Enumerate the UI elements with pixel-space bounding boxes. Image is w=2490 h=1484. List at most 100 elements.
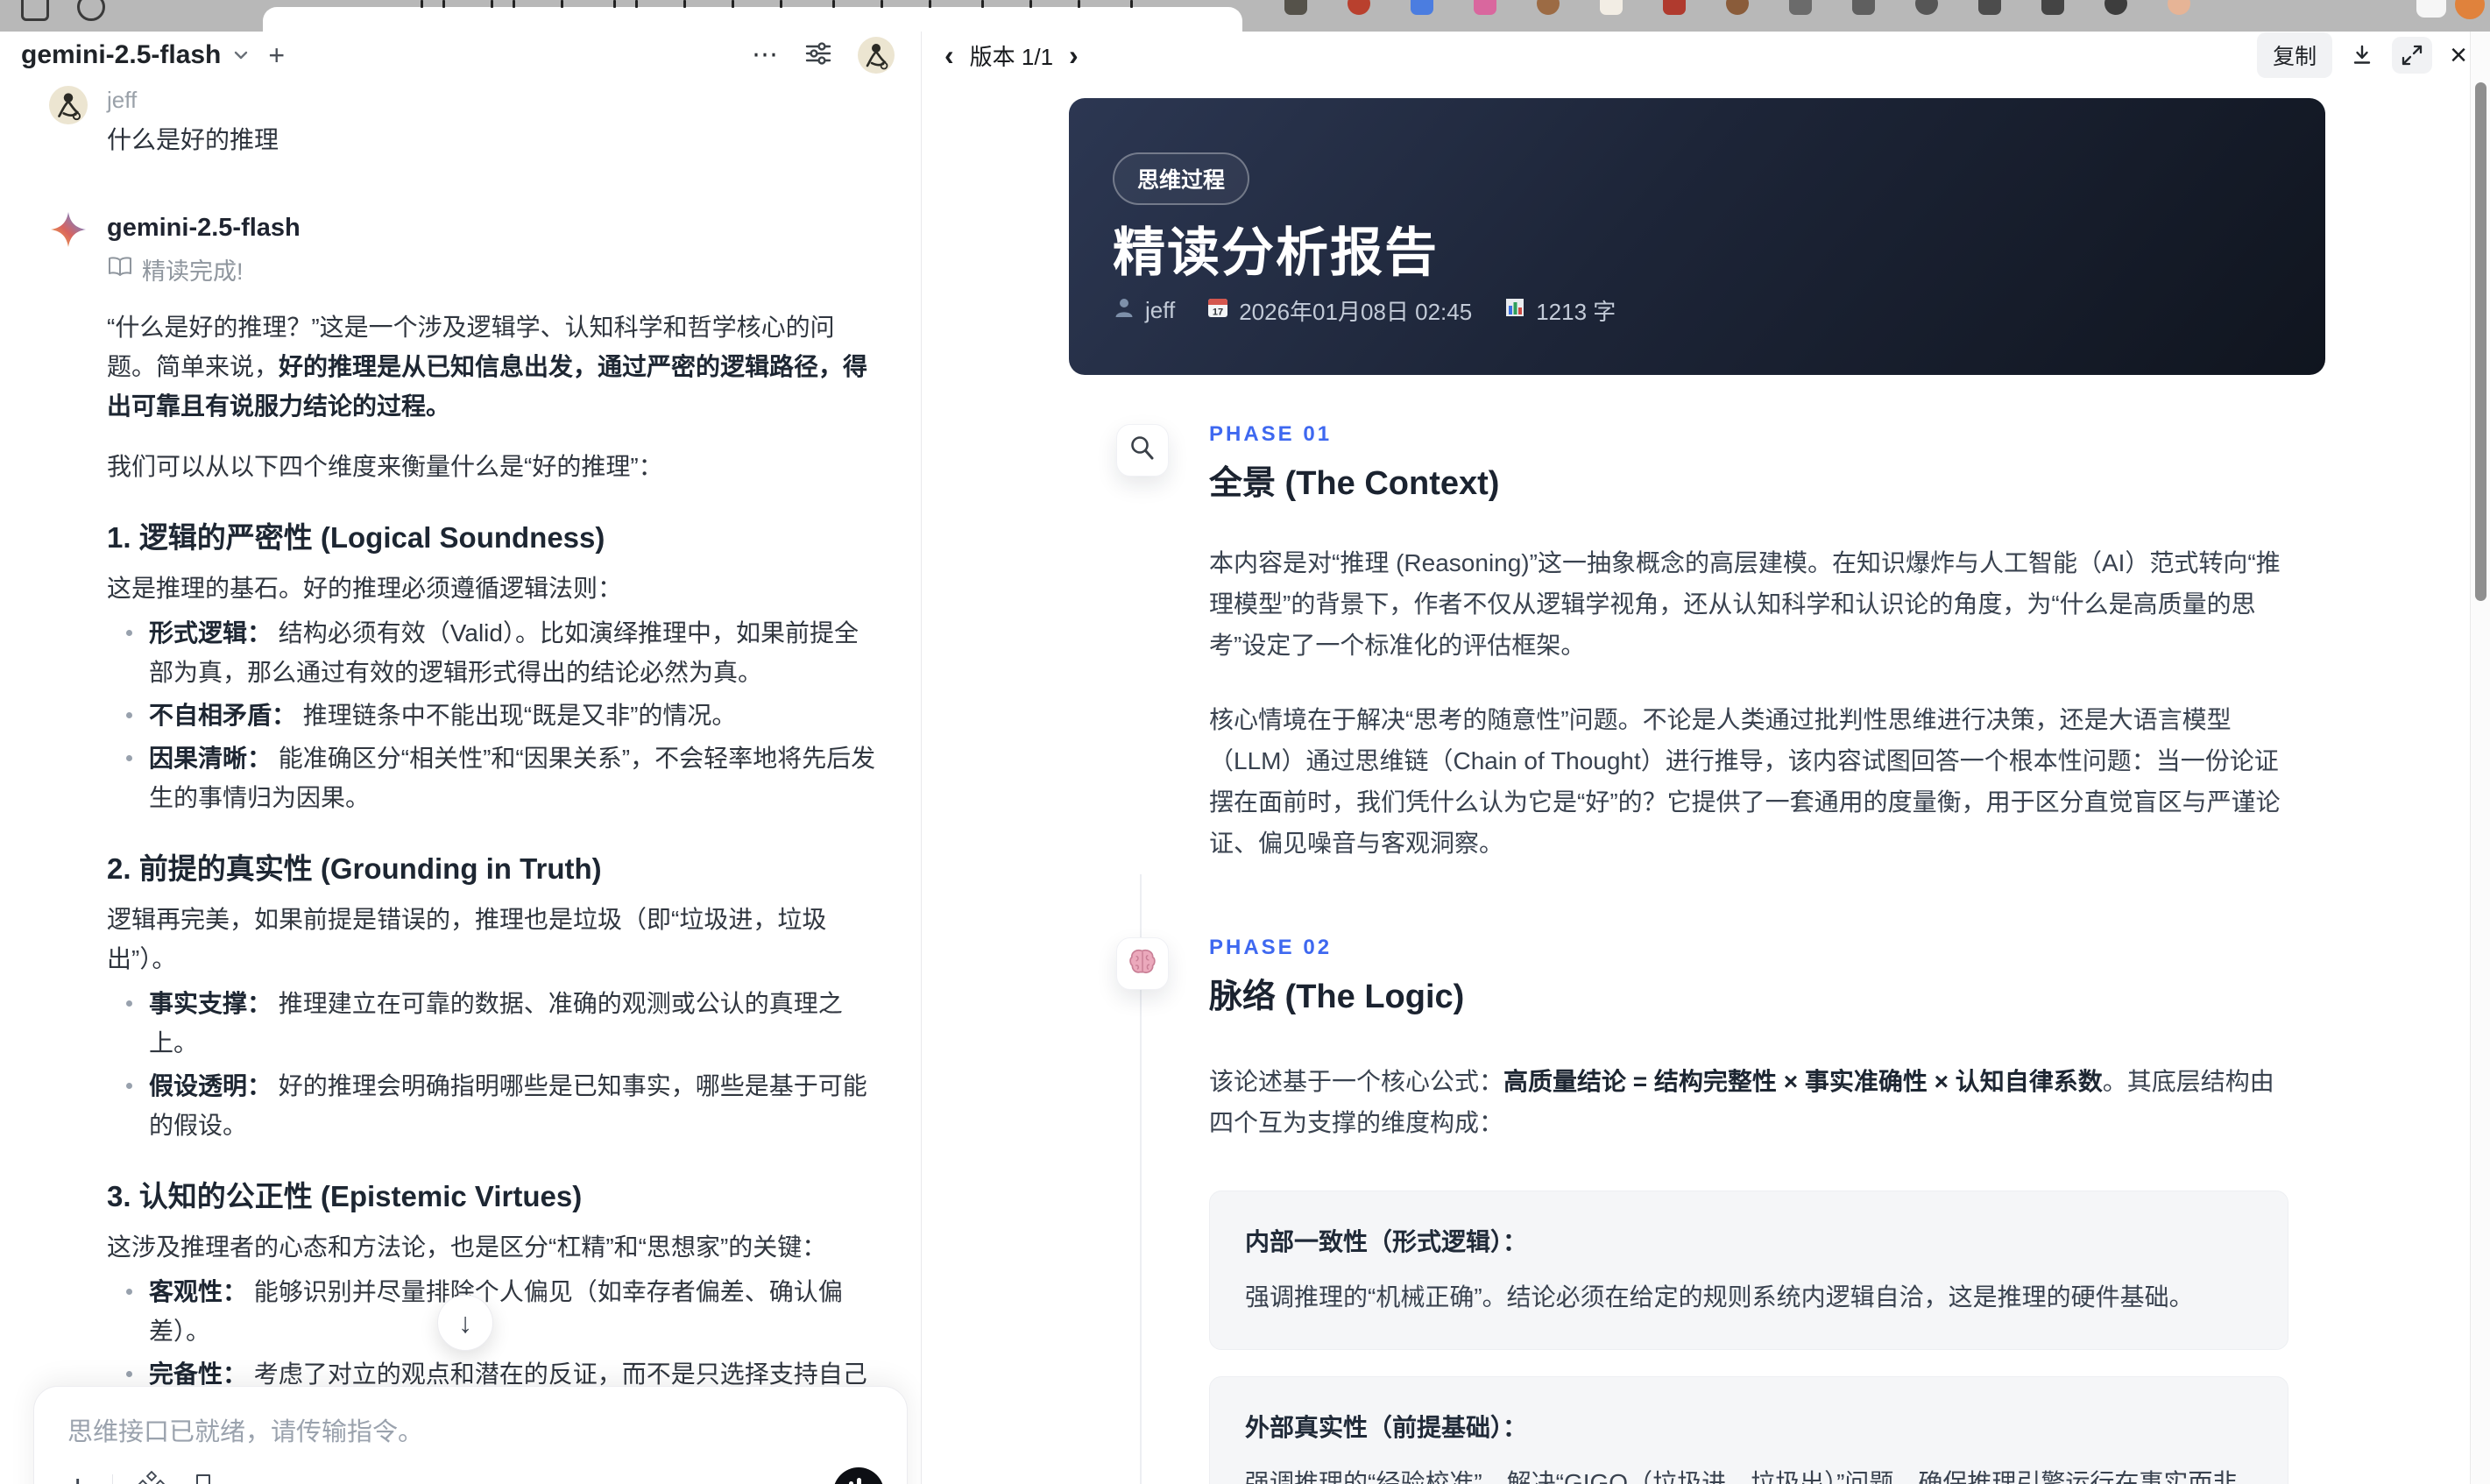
bookmark-icon[interactable]	[190, 1472, 216, 1484]
report-title: 精读分析报告	[1113, 223, 1439, 282]
model-settings-icon[interactable]	[803, 39, 833, 73]
bullet-item: 事实支撑： 推理建立在可靠的数据、准确的观测或公认的真理之上。	[124, 984, 877, 1063]
user-avatar	[49, 86, 88, 124]
previous-version-button[interactable]: ‹	[944, 41, 954, 69]
scroll-to-bottom-button[interactable]: ↓	[437, 1295, 493, 1351]
extension-icon[interactable]	[1474, 0, 1496, 15]
bullet-dot	[126, 630, 132, 636]
browser-tab[interactable]	[263, 7, 1242, 32]
composer-placeholder: 思维接口已就绪，请传输指令。	[67, 1418, 424, 1446]
bullet-dot	[126, 755, 132, 761]
tab-text-fragment	[613, 0, 616, 8]
user-avatar[interactable]	[858, 37, 895, 74]
bullet-item: 客观性： 能够识别并尽量排除个人偏见（如幸存者偏差、确认偏差）。	[124, 1272, 877, 1351]
phase-kicker: PHASE 02	[1209, 936, 1333, 959]
bullet-dot	[126, 1083, 132, 1089]
phase-icon-card	[1116, 424, 1169, 477]
extension-icon[interactable]	[2041, 0, 2064, 15]
tab-text-fragment	[832, 0, 835, 8]
extension-icon[interactable]	[1537, 0, 1560, 15]
section-heading: 2. 前提的真实性 (Grounding in Truth)	[107, 852, 602, 885]
window-control-icon[interactable]	[21, 0, 49, 21]
extension-icon[interactable]	[2104, 0, 2127, 15]
window-control-icon[interactable]	[77, 0, 105, 21]
tab-text-fragment	[491, 0, 493, 8]
tab-text-fragment	[442, 0, 445, 8]
bullet-label: 形式逻辑：	[149, 619, 279, 647]
tab-text-fragment	[561, 0, 563, 8]
section-description: 这是推理的基石。好的推理必须遵循逻辑法则：	[107, 575, 623, 602]
new-chat-button[interactable]: +	[268, 41, 285, 69]
extension-icon[interactable]	[1789, 0, 1812, 15]
bullet-label: 事实支撑：	[149, 990, 279, 1017]
voice-input-button[interactable]	[833, 1467, 884, 1484]
artifact-actions: 复制 ×	[2257, 32, 2467, 79]
section-description: 这涉及推理者的心态和方法论，也是区分“杠精”和“思想家”的关键：	[107, 1233, 827, 1261]
section-heading: 1. 逻辑的严密性 (Logical Soundness)	[107, 521, 605, 554]
next-version-button[interactable]: ›	[1069, 41, 1079, 69]
intro-plain: 该论述基于一个核心公式：	[1209, 1068, 1504, 1095]
bullet-list: 形式逻辑： 结构必须有效（Valid）。比如演绎推理中，如果前提全部为真，那么通…	[107, 613, 877, 817]
browser-menu-icon[interactable]	[2455, 0, 2485, 19]
attach-button[interactable]: +	[67, 1470, 88, 1484]
gemini-star-icon	[49, 212, 88, 252]
bullet-dot	[126, 1000, 132, 1007]
model-selector[interactable]: gemini-2.5-flash	[21, 40, 221, 70]
copy-button[interactable]: 复制	[2257, 32, 2333, 78]
extension-icon[interactable]	[1411, 0, 1433, 15]
phase-kicker: PHASE 01	[1209, 422, 1333, 446]
browser-toolbar	[0, 0, 2490, 32]
brain-icon	[1127, 946, 1158, 982]
more-options-button[interactable]: ⋯	[752, 42, 779, 68]
dimension-card-title: 外部真实性（前提基础）：	[1245, 1414, 1528, 1441]
tab-text-fragment	[683, 0, 686, 8]
extension-icon[interactable]	[1978, 0, 2001, 15]
dimension-card: 内部一致性（形式逻辑）： 强调推理的“机械正确”。结论必须在给定的规则系统内逻辑自…	[1209, 1191, 2288, 1350]
extension-icon[interactable]	[1663, 0, 1686, 15]
composer-toolbar: +	[67, 1470, 216, 1484]
bullet-dot	[126, 712, 132, 718]
scrollbar-track[interactable]	[2470, 32, 2490, 1484]
phase-paragraph: 核心情境在于解决“思考的随意性”问题。不论是人类通过批判性思维进行决策，还是大语…	[1209, 706, 2281, 857]
skills-icon[interactable]	[138, 1470, 166, 1484]
section-heading: 3. 认知的公正性 (Epistemic Virtues)	[107, 1180, 583, 1212]
dimension-card-body: 强调推理的“经验校准”。解决“GIGO（垃圾进，垃圾出）”问题，确保推理引擎运行…	[1245, 1469, 2238, 1484]
message-composer[interactable]: 思维接口已就绪，请传输指令。 +	[33, 1386, 908, 1484]
tab-text-fragment	[421, 0, 423, 8]
scrollbar-thumb[interactable]	[2475, 82, 2486, 601]
user-name: jeff	[107, 87, 138, 113]
version-navigator: ‹ 版本 1/1 ›	[944, 32, 1079, 79]
bullet-item: 形式逻辑： 结构必须有效（Valid）。比如演绎推理中，如果前提全部为真，那么通…	[124, 613, 877, 692]
chat-sections: 1. 逻辑的严密性 (Logical Soundness) 这是推理的基石。好的推…	[107, 519, 877, 1484]
chevron-down-icon[interactable]	[231, 46, 251, 65]
tab-text-fragment	[513, 0, 515, 8]
fullscreen-icon[interactable]	[2392, 37, 2433, 74]
report-author: jeff	[1113, 296, 1175, 325]
download-icon[interactable]	[2350, 43, 2374, 67]
intro-formula: 高质量结论 = 结构完整性 × 事实准确性 × 认知自律系数	[1503, 1068, 2103, 1095]
extension-icon[interactable]	[1915, 0, 1938, 15]
assistant-name: gemini-2.5-flash	[107, 214, 301, 242]
tab-text-fragment	[929, 0, 931, 8]
extension-icon[interactable]	[1348, 0, 1370, 15]
phase-timeline: PHASE 01 全景 (The Context) 本内容是对“推理 (Reason…	[922, 422, 2490, 1484]
extension-icon[interactable]	[1852, 0, 1875, 15]
report-wordcount: 1213 字	[1503, 294, 1616, 327]
extension-icon[interactable]	[1726, 0, 1749, 15]
profile-icon[interactable]	[2168, 0, 2190, 15]
chat-message-list: jeff 什么是好的推理 gemini-2.5-flash 精读完成! “什么是…	[0, 79, 921, 1484]
phase-icon-card	[1116, 937, 1169, 990]
extension-icon[interactable]	[1600, 0, 1623, 15]
tab-text-fragment	[1130, 0, 1133, 8]
chat-panel: gemini-2.5-flash + ⋯ jeff 什么是好的推理 gemini…	[0, 32, 922, 1484]
artifact-panel: ‹ 版本 1/1 › 复制 × 思维过程 精读分析报告 jeff 17 2026…	[922, 32, 2490, 1484]
assistant-intro: “什么是好的推理？”这是一个涉及逻辑学、认知科学和哲学核心的问题。简单来说，好的…	[107, 314, 868, 420]
bullet-dot	[126, 1371, 132, 1377]
phase-section: PHASE 01 全景 (The Context) 本内容是对“推理 (Reason…	[1116, 422, 2288, 864]
user-message: jeff 什么是好的推理	[49, 86, 877, 156]
extension-icon[interactable]	[1284, 0, 1307, 15]
dimension-card: 外部真实性（前提基础）： 强调推理的“经验校准”。解决“GIGO（垃圾进，垃圾出）…	[1209, 1376, 2288, 1484]
tab-text-fragment	[881, 0, 883, 8]
phase-intro: 该论述基于一个核心公式：高质量结论 = 结构完整性 × 事实准确性 × 认知自律…	[1209, 1061, 2288, 1143]
close-icon[interactable]: ×	[2450, 40, 2467, 70]
